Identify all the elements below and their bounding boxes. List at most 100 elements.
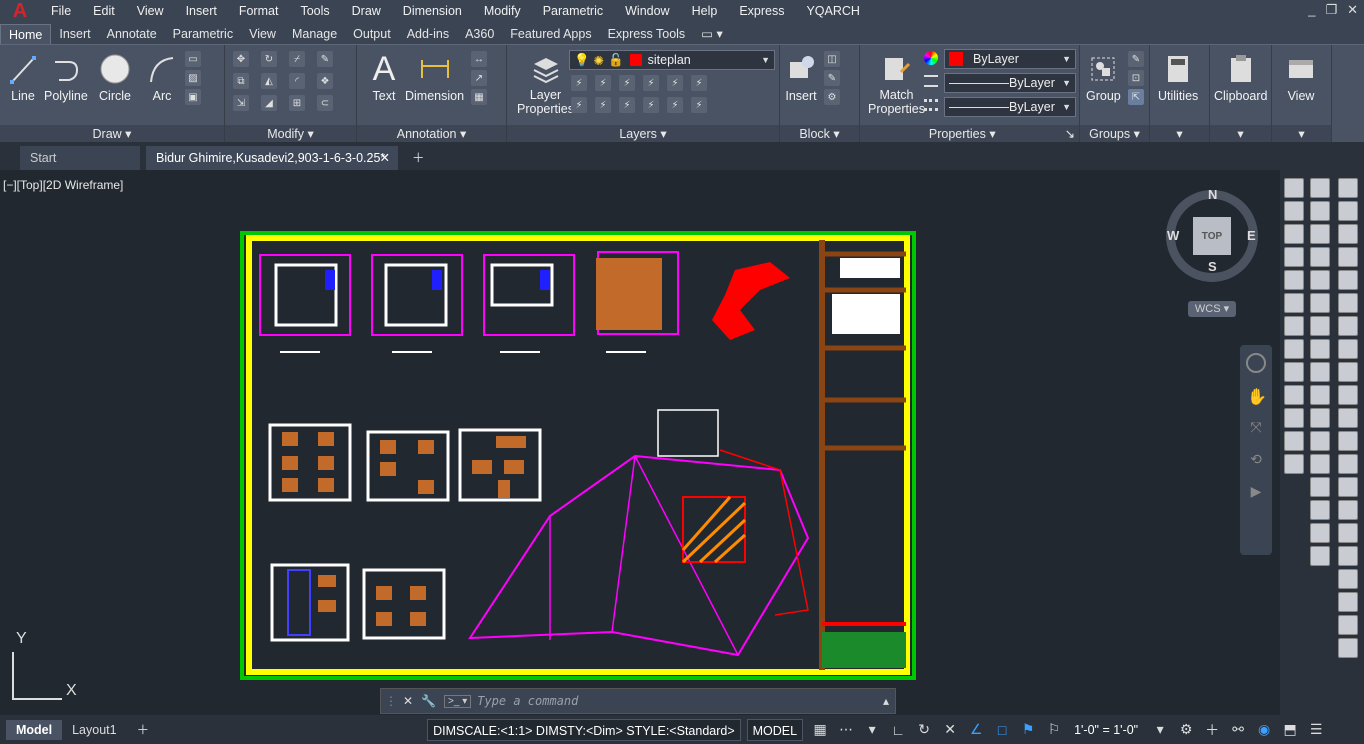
- trim-icon[interactable]: ⌿: [289, 51, 305, 67]
- drawing-tab[interactable]: Bidur Ghimire,Kusadevi2,903-1-6-3-0.25* …: [146, 146, 398, 170]
- layer-dropdown[interactable]: 💡 ✺ 🔓 siteplan ▼: [569, 50, 775, 70]
- menu-insert[interactable]: Insert: [175, 0, 228, 22]
- fillet-icon[interactable]: ◜: [289, 73, 305, 89]
- tool-icon[interactable]: [1284, 454, 1304, 474]
- tool-icon[interactable]: [1310, 546, 1330, 566]
- clipboard-button[interactable]: Clipboard: [1214, 49, 1268, 103]
- group-edit-icon[interactable]: ⊡: [1128, 70, 1144, 86]
- tab-annotate[interactable]: Annotate: [99, 24, 165, 44]
- customization-icon[interactable]: ☰: [1307, 721, 1325, 739]
- tool-icon[interactable]: [1310, 293, 1330, 313]
- new-tab-button[interactable]: ＋: [402, 146, 428, 170]
- customize-icon[interactable]: 🔧: [421, 694, 436, 708]
- menu-draw[interactable]: Draw: [341, 0, 392, 22]
- tool-icon[interactable]: [1338, 546, 1358, 566]
- linetype-dropdown[interactable]: ByLayer ▼: [944, 73, 1076, 93]
- drawing-viewport[interactable]: [−][Top][2D Wireframe] N S W E TOP WCS ▾…: [0, 170, 1280, 715]
- tool-icon[interactable]: [1284, 316, 1304, 336]
- tool-icon[interactable]: [1338, 270, 1358, 290]
- hatch-icon[interactable]: ▨: [185, 70, 201, 86]
- tool-icon[interactable]: [1284, 431, 1304, 451]
- clean-screen-icon[interactable]: ⬒: [1281, 721, 1299, 739]
- layer-thaw-icon[interactable]: ⚡: [619, 97, 635, 113]
- menu-help[interactable]: Help: [681, 0, 729, 22]
- groups-panel-title[interactable]: Groups ▾: [1080, 125, 1149, 143]
- modify-panel-title[interactable]: Modify ▾: [225, 125, 356, 143]
- tool-icon[interactable]: [1338, 362, 1358, 382]
- layer-current-icon[interactable]: ⚡: [667, 97, 683, 113]
- chevron-down-icon[interactable]: ▾: [863, 721, 881, 739]
- linear-dim-icon[interactable]: ↔: [471, 51, 487, 67]
- tab-a360[interactable]: A360: [457, 24, 502, 44]
- steering-wheel-icon[interactable]: [1246, 353, 1266, 373]
- close-command-icon[interactable]: ✕: [403, 694, 413, 708]
- compass-east[interactable]: E: [1247, 228, 1256, 243]
- tool-icon[interactable]: [1338, 569, 1358, 589]
- block-panel-title[interactable]: Block ▾: [780, 125, 859, 143]
- tool-icon[interactable]: [1338, 477, 1358, 497]
- arc-button[interactable]: Arc: [145, 49, 179, 103]
- menu-view[interactable]: View: [126, 0, 175, 22]
- view-dropdown[interactable]: ▾: [1272, 125, 1331, 143]
- tool-icon[interactable]: [1338, 431, 1358, 451]
- offset-icon[interactable]: ⊂: [317, 95, 333, 111]
- edit-block-icon[interactable]: ✎: [824, 70, 840, 86]
- dimension-button[interactable]: Dimension: [405, 49, 464, 103]
- tool-icon[interactable]: [1284, 339, 1304, 359]
- layer-off-icon[interactable]: ⚡: [571, 75, 587, 91]
- lineweight-dropdown[interactable]: ByLayer ▼: [944, 97, 1076, 117]
- circle-button[interactable]: Circle: [98, 49, 132, 103]
- tab-view[interactable]: View: [241, 24, 284, 44]
- layout1-tab[interactable]: Layout1: [62, 720, 126, 740]
- tool-icon[interactable]: [1338, 638, 1358, 658]
- tool-icon[interactable]: [1284, 201, 1304, 221]
- tab-insert[interactable]: Insert: [51, 24, 98, 44]
- leader-icon[interactable]: ↗: [471, 70, 487, 86]
- annotation-scale[interactable]: 1'-0" = 1'-0": [1069, 719, 1143, 741]
- model-tab[interactable]: Model: [6, 719, 63, 740]
- tool-icon[interactable]: [1338, 523, 1358, 543]
- tool-icon[interactable]: [1310, 385, 1330, 405]
- menu-express[interactable]: Express: [728, 0, 795, 22]
- match-properties-button[interactable]: Match Properties: [868, 49, 925, 116]
- polar-icon[interactable]: ↻: [915, 721, 933, 739]
- rectangle-icon[interactable]: ▭: [185, 51, 201, 67]
- stretch-icon[interactable]: ⇲: [233, 95, 249, 111]
- command-prompt-icon[interactable]: >_ ▾: [444, 694, 472, 708]
- annotation-visibility-icon[interactable]: ⚑: [1019, 721, 1037, 739]
- tool-icon[interactable]: [1310, 500, 1330, 520]
- hardware-accel-icon[interactable]: ◉: [1255, 721, 1273, 739]
- viewcube[interactable]: N S W E TOP: [1166, 187, 1258, 282]
- tool-icon[interactable]: [1284, 408, 1304, 428]
- color-dropdown[interactable]: ByLayer ▼: [944, 49, 1076, 69]
- close-icon[interactable]: ✕: [1347, 2, 1358, 18]
- menu-dimension[interactable]: Dimension: [392, 0, 473, 22]
- tool-icon[interactable]: [1310, 270, 1330, 290]
- tool-icon[interactable]: [1338, 615, 1358, 635]
- tool-icon[interactable]: [1338, 408, 1358, 428]
- array-icon[interactable]: ⊞: [289, 95, 305, 111]
- layer-isolate-icon[interactable]: ⚡: [595, 75, 611, 91]
- compass-south[interactable]: S: [1208, 259, 1217, 274]
- tool-icon[interactable]: [1284, 293, 1304, 313]
- add-layout-icon[interactable]: ＋: [127, 720, 160, 740]
- table-icon[interactable]: ▦: [471, 89, 487, 105]
- layer-match-icon[interactable]: ⚡: [667, 75, 683, 91]
- tool-icon[interactable]: [1338, 385, 1358, 405]
- tool-icon[interactable]: [1310, 477, 1330, 497]
- edit-attributes-icon[interactable]: ⚙: [824, 89, 840, 105]
- menu-modify[interactable]: Modify: [473, 0, 532, 22]
- tab-featured-apps[interactable]: Featured Apps: [502, 24, 599, 44]
- layer-walk-icon[interactable]: ⚡: [691, 97, 707, 113]
- clipboard-dropdown[interactable]: ▾: [1210, 125, 1271, 143]
- tool-icon[interactable]: [1310, 339, 1330, 359]
- menu-window[interactable]: Window: [614, 0, 680, 22]
- otrack-icon[interactable]: ∠: [967, 721, 985, 739]
- layer-unlock-icon[interactable]: ⚡: [643, 97, 659, 113]
- tool-icon[interactable]: [1310, 523, 1330, 543]
- layer-freeze-icon[interactable]: ⚡: [619, 75, 635, 91]
- tool-icon[interactable]: [1338, 316, 1358, 336]
- tool-icon[interactable]: [1338, 500, 1358, 520]
- grid-icon[interactable]: ▦: [811, 721, 829, 739]
- showmotion-icon[interactable]: ▶: [1247, 483, 1265, 501]
